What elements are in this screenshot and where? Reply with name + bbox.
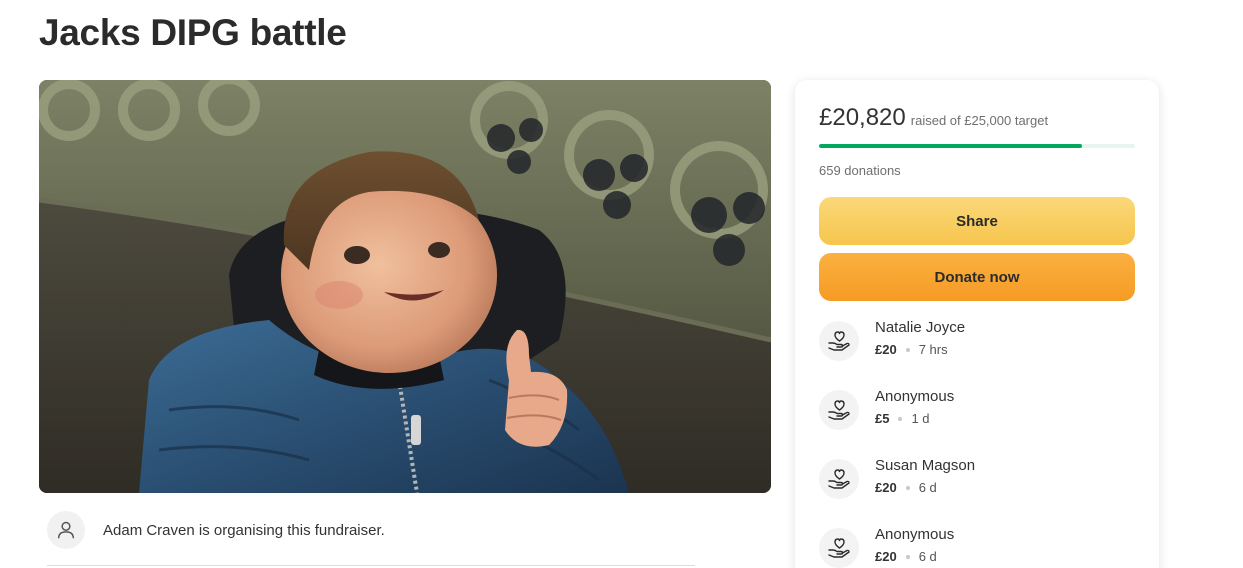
progress-fill — [819, 144, 1083, 148]
donation-time: 1 d — [911, 411, 930, 426]
donations-count: 659 donations — [819, 163, 901, 178]
organiser-text: Adam Craven is organising this fundraise… — [103, 521, 385, 539]
donation-item: Natalie Joyce £20 7 hrs — [819, 319, 1135, 369]
donation-item: Anonymous £20 6 d — [819, 526, 1135, 568]
divider — [47, 565, 695, 566]
share-button[interactable]: Share — [819, 197, 1135, 245]
amount-raised-row: £20,820 raised of £25,000 target — [819, 104, 1048, 132]
donation-time: 6 d — [918, 549, 937, 564]
donate-now-button[interactable]: Donate now — [819, 253, 1135, 301]
donation-amount: £20 — [875, 342, 897, 357]
donor-name: Anonymous — [875, 388, 955, 405]
donation-amount: £5 — [875, 411, 890, 426]
donation-time: 7 hrs — [918, 342, 948, 357]
progress-bar — [819, 144, 1135, 148]
heart-hand-icon — [819, 528, 859, 568]
organiser-row: Adam Craven is organising this fundraise… — [47, 510, 697, 550]
child-thumbs-up-photo — [39, 80, 771, 493]
donor-meta: £20 6 d — [875, 480, 937, 495]
donor-meta: £20 7 hrs — [875, 342, 948, 357]
donor-name: Natalie Joyce — [875, 319, 966, 336]
donation-amount: £20 — [875, 480, 897, 495]
target-text: raised of £25,000 target — [910, 113, 1049, 128]
page-title: Jacks DIPG battle — [39, 12, 347, 53]
separator-dot — [905, 347, 910, 352]
donor-meta: £20 6 d — [875, 549, 937, 564]
heart-hand-icon — [819, 459, 859, 499]
donation-amount: £20 — [875, 549, 897, 564]
donation-time: 6 d — [918, 480, 937, 495]
donor-meta: £5 1 d — [875, 411, 930, 426]
user-icon — [47, 511, 85, 549]
donation-item: Anonymous £5 1 d — [819, 388, 1135, 438]
donation-card: £20,820 raised of £25,000 target 659 don… — [795, 80, 1159, 568]
hero-photo[interactable] — [39, 80, 771, 493]
amount-raised: £20,820 — [819, 104, 906, 131]
donation-item: Susan Magson £20 6 d — [819, 457, 1135, 507]
separator-dot — [905, 554, 910, 559]
donor-name: Anonymous — [875, 526, 955, 543]
donor-name: Susan Magson — [875, 457, 976, 474]
heart-hand-icon — [819, 390, 859, 430]
separator-dot — [898, 416, 903, 421]
heart-hand-icon — [819, 321, 859, 361]
separator-dot — [905, 485, 910, 490]
